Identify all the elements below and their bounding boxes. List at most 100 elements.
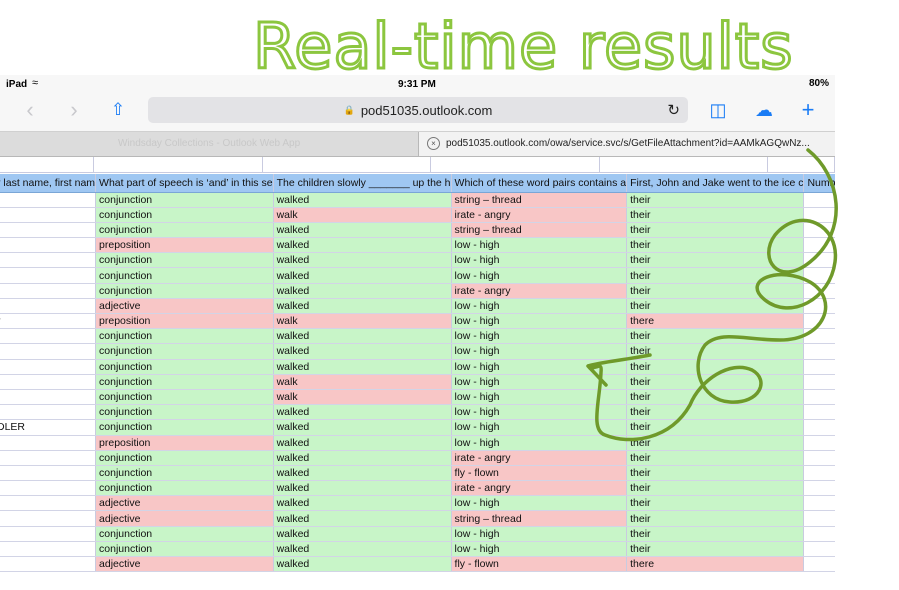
- answer-cell-correct[interactable]: walked: [273, 419, 452, 436]
- answer-cell-correct[interactable]: conjunction: [95, 343, 274, 360]
- answer-cell-incorrect[interactable]: walk: [273, 207, 452, 223]
- answer-cell-correct[interactable]: their: [626, 252, 805, 269]
- answer-cell-correct[interactable]: low - high: [451, 526, 628, 542]
- answer-cell-correct[interactable]: conjunction: [95, 207, 274, 223]
- answer-cell-correct[interactable]: conjunction: [95, 252, 274, 269]
- student-name-cell[interactable]: [0, 252, 97, 269]
- column-header[interactable]: Which of these word pairs contains a: [451, 174, 628, 193]
- student-name-cell[interactable]: [0, 404, 97, 421]
- student-name-cell[interactable]: [0, 450, 97, 466]
- answer-cell-incorrect[interactable]: irate - angry: [451, 480, 628, 497]
- answer-cell-incorrect[interactable]: there: [626, 313, 805, 330]
- score-cell[interactable]: [803, 419, 835, 436]
- answer-cell-incorrect[interactable]: string – thread: [451, 510, 628, 527]
- answer-cell-correct[interactable]: low - high: [451, 267, 628, 284]
- student-name-cell[interactable]: [0, 207, 97, 223]
- answer-cell-correct[interactable]: their: [626, 404, 805, 421]
- column-header[interactable]: The children slowly _______ up the h: [273, 174, 452, 193]
- answer-cell-correct[interactable]: walked: [273, 192, 452, 208]
- answer-cell-correct[interactable]: walked: [273, 495, 452, 512]
- student-name-cell[interactable]: r: [0, 313, 97, 330]
- answer-cell-correct[interactable]: their: [626, 328, 805, 345]
- bookmarks-icon[interactable]: ◫: [708, 96, 728, 124]
- student-name-cell[interactable]: [0, 267, 97, 284]
- answer-cell-correct[interactable]: their: [626, 283, 805, 299]
- answer-cell-incorrect[interactable]: adjective: [95, 556, 274, 573]
- answer-cell-correct[interactable]: low - high: [451, 359, 628, 375]
- answer-cell-incorrect[interactable]: preposition: [95, 435, 274, 451]
- answer-cell-correct[interactable]: walked: [273, 435, 452, 451]
- score-cell[interactable]: [803, 283, 835, 299]
- answer-cell-incorrect[interactable]: irate - angry: [451, 283, 628, 299]
- student-name-cell[interactable]: [0, 526, 97, 542]
- answer-cell-correct[interactable]: their: [626, 192, 805, 208]
- answer-cell-incorrect[interactable]: preposition: [95, 237, 274, 254]
- answer-cell-correct[interactable]: walked: [273, 237, 452, 254]
- score-cell[interactable]: [803, 328, 835, 345]
- student-name-cell[interactable]: [0, 298, 97, 315]
- tab-attachment[interactable]: × pod51035.outlook.com/owa/service.svc/s/…: [418, 132, 835, 156]
- answer-cell-correct[interactable]: conjunction: [95, 419, 274, 436]
- score-cell[interactable]: [803, 192, 835, 208]
- answer-cell-correct[interactable]: their: [626, 343, 805, 360]
- student-name-cell[interactable]: [0, 435, 97, 451]
- answer-cell-correct[interactable]: low - high: [451, 237, 628, 254]
- answer-cell-correct[interactable]: their: [626, 465, 805, 482]
- answer-cell-correct[interactable]: walked: [273, 510, 452, 527]
- answer-cell-correct[interactable]: walked: [273, 283, 452, 299]
- score-cell[interactable]: [803, 267, 835, 284]
- forward-icon[interactable]: ›: [64, 96, 84, 124]
- student-name-cell[interactable]: ,: [0, 510, 97, 527]
- column-header[interactable]: First, John and Jake went to the ice c: [626, 174, 805, 193]
- answer-cell-correct[interactable]: their: [626, 419, 805, 436]
- answer-cell-correct[interactable]: low - high: [451, 328, 628, 345]
- answer-cell-correct[interactable]: walked: [273, 480, 452, 497]
- student-name-cell[interactable]: ,: [0, 556, 97, 573]
- score-cell[interactable]: [803, 207, 835, 223]
- student-name-cell[interactable]: [0, 480, 97, 497]
- score-cell[interactable]: [803, 389, 835, 406]
- score-cell[interactable]: [803, 526, 835, 542]
- answer-cell-correct[interactable]: walked: [273, 267, 452, 284]
- cloud-tabs-icon[interactable]: ☁: [754, 96, 774, 124]
- answer-cell-correct[interactable]: their: [626, 222, 805, 239]
- answer-cell-correct[interactable]: their: [626, 495, 805, 512]
- answer-cell-incorrect[interactable]: irate - angry: [451, 207, 628, 223]
- answer-cell-correct[interactable]: their: [626, 526, 805, 542]
- answer-cell-correct[interactable]: low - high: [451, 419, 628, 436]
- answer-cell-correct[interactable]: walked: [273, 359, 452, 375]
- answer-cell-correct[interactable]: walked: [273, 465, 452, 482]
- score-cell[interactable]: [803, 404, 835, 421]
- answer-cell-incorrect[interactable]: walk: [273, 389, 452, 406]
- answer-cell-correct[interactable]: their: [626, 435, 805, 451]
- score-cell[interactable]: [803, 298, 835, 315]
- answer-cell-incorrect[interactable]: walk: [273, 313, 452, 330]
- student-name-cell[interactable]: [0, 541, 97, 558]
- student-name-cell[interactable]: [0, 328, 97, 345]
- answer-cell-correct[interactable]: walked: [273, 222, 452, 239]
- answer-cell-correct[interactable]: low - high: [451, 343, 628, 360]
- answer-cell-correct[interactable]: their: [626, 450, 805, 466]
- answer-cell-incorrect[interactable]: irate - angry: [451, 450, 628, 466]
- score-cell[interactable]: [803, 450, 835, 466]
- student-name-cell[interactable]: [0, 465, 97, 482]
- answer-cell-correct[interactable]: conjunction: [95, 374, 274, 390]
- score-cell[interactable]: [803, 541, 835, 558]
- answer-cell-correct[interactable]: conjunction: [95, 267, 274, 284]
- student-name-cell[interactable]: [0, 359, 97, 375]
- answer-cell-incorrect[interactable]: adjective: [95, 495, 274, 512]
- close-tab-icon[interactable]: ×: [427, 137, 440, 150]
- answer-cell-incorrect[interactable]: adjective: [95, 298, 274, 315]
- answer-cell-correct[interactable]: conjunction: [95, 480, 274, 497]
- reload-icon[interactable]: ↻: [667, 101, 680, 119]
- answer-cell-correct[interactable]: low - high: [451, 435, 628, 451]
- answer-cell-correct[interactable]: walked: [273, 328, 452, 345]
- answer-cell-correct[interactable]: walked: [273, 541, 452, 558]
- answer-cell-correct[interactable]: conjunction: [95, 541, 274, 558]
- answer-cell-correct[interactable]: their: [626, 267, 805, 284]
- student-name-cell[interactable]: [0, 343, 97, 360]
- share-icon[interactable]: ⇧: [108, 96, 128, 124]
- answer-cell-correct[interactable]: conjunction: [95, 465, 274, 482]
- score-cell[interactable]: [803, 556, 835, 573]
- column-header[interactable]: What part of speech is ‘and’ in this se: [95, 174, 274, 193]
